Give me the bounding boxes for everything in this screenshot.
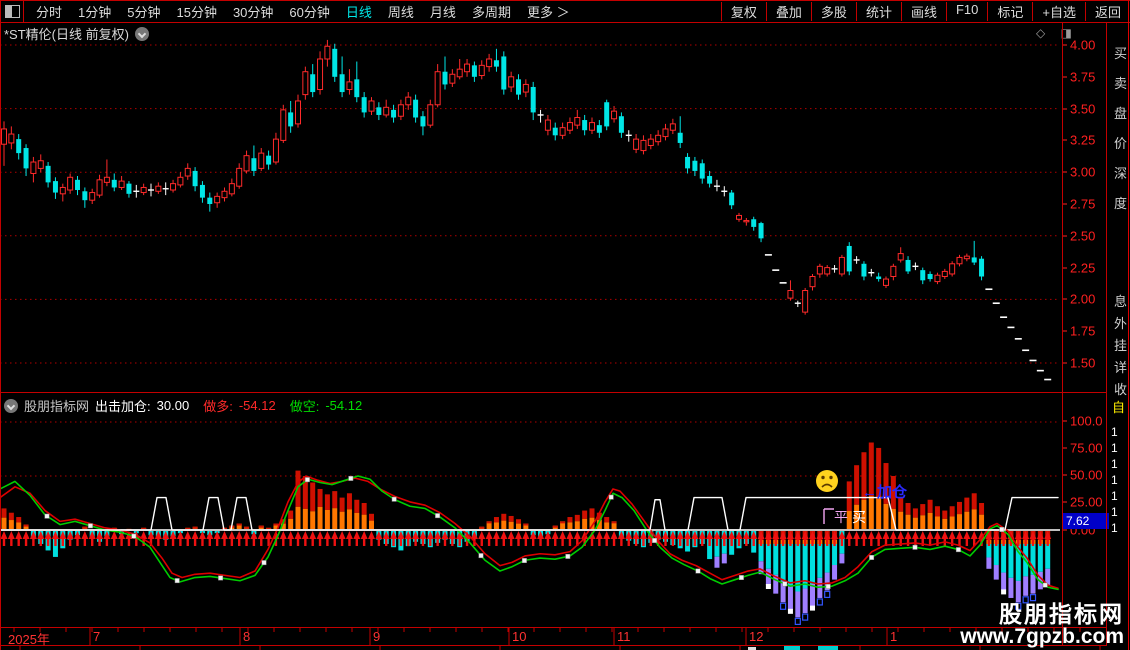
mai-annotation: 买 [852,509,866,525]
month-label: 9 [373,629,381,644]
axis-border-right [1106,22,1107,646]
value-badge: 7.62 [1063,513,1109,529]
sidebar-strip-char: 盘 [1114,106,1128,121]
long-value: -54.12 [238,398,276,413]
watermark-url: www.7gpzb.com [960,625,1124,648]
price-tick-label: 3.50 [1070,101,1096,117]
indicator-source: 股朋指标网 [24,399,90,414]
main-chart-canvas[interactable]: ←加仓平买 [0,0,1130,650]
short-value: -54.12 [325,398,363,413]
candlesticks [1,39,1052,381]
price-tick-label: 2.50 [1070,228,1096,244]
watermark: 股朋指标网 www.7gpzb.com [960,601,1124,648]
price-tick-label: 2.25 [1070,260,1096,276]
axis-border-left [1062,22,1063,646]
month-label: 1 [890,629,898,644]
sidebar-strip-char: 买 [1114,46,1128,61]
month-label: 12 [749,629,764,644]
price-tick-label: 3.25 [1070,132,1096,148]
sidebar-strip-char: 价 [1114,136,1128,151]
indicator-header: 股朋指标网 出击加仓: 30.00 做多: -54.12 做空: -54.12 [4,396,362,415]
sidebar-strip-char: 1 [1111,473,1118,487]
sidebar-strip-char: 1 [1111,521,1118,535]
indicator-param-value: 30.00 [156,398,190,413]
sidebar-strip-char: 卖 [1114,76,1128,91]
month-label: 11 [617,629,631,644]
sidebar-strip-char: 深 [1114,166,1128,181]
indicator-tick-label: 75.00 [1070,440,1103,456]
sidebar-strip-char: 1 [1111,457,1118,471]
chevron-down-icon[interactable] [4,398,18,413]
sidebar-strip-char: 挂 [1114,338,1128,353]
month-label: 7 [93,629,101,644]
trading-app-window: 分时 1分钟 5分钟 15分钟 30分钟 60分钟 日线 周线 月线 多周期 更多 ＞ 复权 叠加 多股… [0,0,1130,650]
long-label: 做多: [203,399,233,414]
jiacang-annotation: ←加仓 [862,483,908,501]
price-tick-label: 1.75 [1070,323,1096,339]
ping-annotation: 平 [834,509,848,525]
panel-divider [0,392,1107,393]
price-tick-label: 3.00 [1070,164,1096,180]
indicator-tick-label: 100.0 [1070,413,1103,429]
year-label: 2025年 [8,632,50,647]
sidebar-strip-char: 息 [1114,294,1128,309]
sidebar-strip-char: 1 [1111,489,1118,503]
indicator-param-label: 出击加仓: [95,399,151,414]
sidebar-strip-char: 外 [1114,316,1128,331]
frame-left [0,0,1,650]
sidebar-strip-char: 1 [1111,505,1118,519]
watermark-site-name: 股朋指标网 [999,601,1124,627]
time-axis[interactable]: 2025年 7 8 9 10 11 12 1 [0,628,1107,647]
sad-emoji-icon [816,470,838,492]
sidebar-strip-char: 收 [1114,382,1128,397]
price-tick-label: 1.50 [1070,355,1096,371]
price-tick-label: 4.00 [1070,37,1096,53]
price-tick-label: 2.00 [1070,291,1096,307]
price-tick-label: 2.75 [1070,196,1096,212]
sidebar-strip-char: 度 [1114,196,1128,211]
indicator-tick-label: 50.00 [1070,467,1103,483]
month-label: 10 [512,629,527,644]
month-label: 8 [243,629,251,644]
sidebar-strip-char: 1 [1111,441,1118,455]
sidebar-strip-char: 1 [1111,425,1118,439]
right-sidebar-strip[interactable]: 买卖盘价深度息外挂详收自 1 1 1 1 1 1 1 [1108,23,1130,650]
sidebar-strip-char: 详 [1114,360,1128,375]
indicator-tick-label: 25.00 [1070,494,1103,510]
price-tick-label: 3.75 [1070,69,1096,85]
sidebar-strip-char: 自 [1112,400,1126,415]
short-label: 做空: [289,399,320,414]
